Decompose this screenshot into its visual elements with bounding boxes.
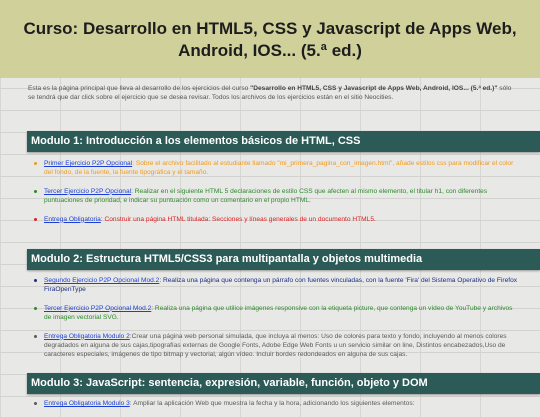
bullet-icon: [34, 189, 37, 193]
exercise-link[interactable]: Primer Ejercicio P2P Opcional: [44, 160, 132, 167]
list-item: Segundo Ejercicio P2P Opcional Mod.2: Re…: [34, 276, 518, 295]
exercise-description: : Ampliar la aplicación Web que muestra …: [129, 400, 415, 407]
list-item: Entrega Obligatoria Modulo 3: Ampliar la…: [34, 399, 518, 408]
module-1-list: Primer Ejercicio P2P Opcional: Sobre el …: [34, 159, 518, 233]
intro-course-name: "Desarrollo en HTML5, CSS y Javascript d…: [250, 85, 498, 92]
exercise-description: : Construir una página HTML titulada: Se…: [100, 215, 376, 223]
module-2-list: Segundo Ejercicio P2P Opcional Mod.2: Re…: [34, 276, 518, 369]
bullet-icon: [34, 306, 37, 310]
exercise-link[interactable]: Entrega Obligatoria: [44, 216, 101, 223]
bullet-icon: [34, 334, 37, 338]
list-item: Tercer Ejercicio P2P Opcional: Realizar …: [34, 187, 518, 206]
list-item: Entrega Obligatoria Modulo 2:Crear una p…: [34, 332, 518, 360]
exercise-link[interactable]: Entrega Obligatoria Modulo 3: [44, 400, 130, 407]
module-3-heading: Modulo 3: JavaScript: sentencia, expresi…: [27, 373, 540, 394]
intro-paragraph: Esta es la página principal que lleva al…: [28, 84, 518, 103]
page-header: Curso: Desarrollo en HTML5, CSS y Javasc…: [0, 0, 540, 78]
list-item: Tercer Ejercicio P2P Opcional Mod.2: Rea…: [34, 304, 518, 323]
intro-text-before: Esta es la página principal que lleva al…: [28, 85, 251, 92]
module-3-list: Entrega Obligatoria Modulo 3: Ampliar la…: [34, 399, 518, 417]
exercise-link[interactable]: Entrega Obligatoria Modulo 2: [44, 333, 130, 340]
exercise-link[interactable]: Segundo Ejercicio P2P Opcional Mod.2: [44, 277, 159, 284]
bullet-icon: [34, 217, 37, 221]
bullet-icon: [34, 279, 37, 282]
exercise-link[interactable]: Tercer Ejercicio P2P Opcional: [44, 188, 131, 195]
exercise-link[interactable]: Tercer Ejercicio P2P Opcional Mod.2: [44, 305, 151, 312]
list-item: Primer Ejercicio P2P Opcional: Sobre el …: [34, 159, 518, 178]
page-title: Curso: Desarrollo en HTML5, CSS y Javasc…: [23, 19, 517, 60]
module-2-heading: Modulo 2: Estructura HTML5/CSS3 para mul…: [27, 249, 540, 270]
list-item: Entrega Obligatoria: Construir una págin…: [34, 215, 518, 224]
module-1-heading: Modulo 1: Introducción a los elementos b…: [27, 131, 540, 152]
bullet-icon: [34, 162, 37, 165]
